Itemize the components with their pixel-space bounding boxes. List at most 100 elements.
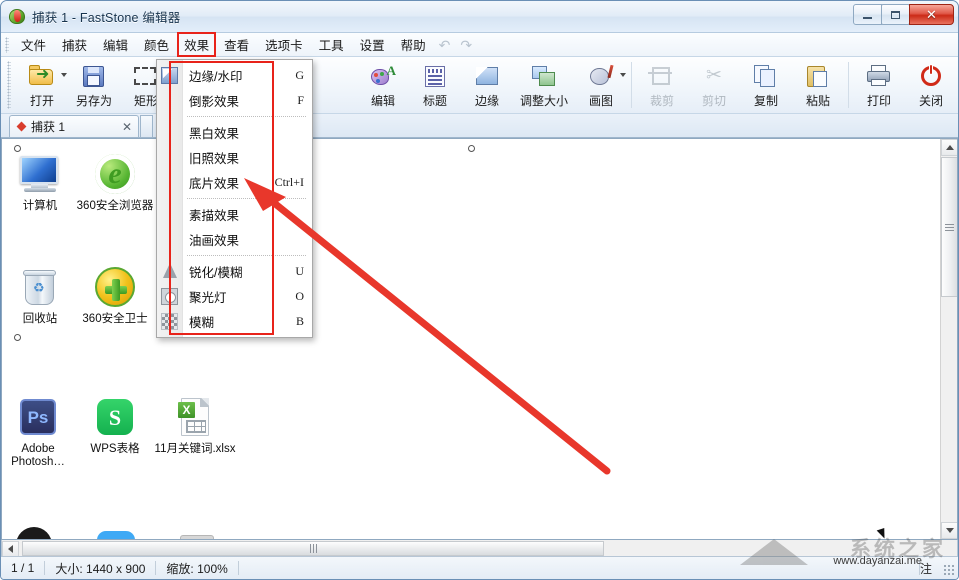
desktop-icon-computer[interactable]: 计算机 [2,151,83,213]
tab-scroll-button[interactable] [140,115,153,137]
vertical-scroll-thumb[interactable] [941,157,957,297]
toolbar-open-label: 打开 [29,94,54,108]
tab-close-icon[interactable]: ✕ [122,120,132,134]
toolbar-paste-button[interactable]: 粘贴 [792,57,844,112]
status-image-size: 大小: 1440 x 900 [55,561,146,576]
menu-item-oil-painting[interactable]: 油画效果 [157,227,312,252]
desktop-icon-360-browser[interactable]: e 360安全浏览器 [72,151,158,213]
maximize-button[interactable] [881,4,910,25]
menu-item-label: 旧照效果 [189,152,240,166]
menu-item-black-white[interactable]: 黑白效果 [157,120,312,145]
chevron-down-icon [945,528,954,533]
menu-edit[interactable]: 编辑 [95,31,136,58]
effects-dropdown-menu[interactable]: 边缘/水印 G 倒影效果 F 黑白效果 旧照效果 底片效果 Ctrl+I 素描效… [156,59,313,338]
menu-item-accel: Ctrl+I [274,175,304,189]
toolbar-open-button[interactable]: ➜ 打开 [16,57,68,112]
scroll-up-button[interactable] [941,139,957,156]
menu-tools[interactable]: 工具 [311,31,352,58]
360-browser-icon: e [72,151,158,197]
scroll-left-button[interactable] [2,540,19,557]
360-safeguard-icon [72,264,158,310]
menu-item-sketch[interactable]: 素描效果 [157,202,312,227]
toolbar-saveas-label: 另存为 [75,94,112,108]
menu-item-label: 边缘/水印 [189,70,243,84]
thumb-grip-icon [309,544,317,553]
toolbar-title-label: 标题 [422,94,447,108]
resize-grip-icon[interactable] [943,564,955,576]
menu-item-old-photo[interactable]: 旧照效果 [157,145,312,170]
close-button[interactable]: ✕ [909,4,954,25]
menu-item-sharpen-blur[interactable]: 锐化/模糊 U [157,259,312,284]
menu-tabs[interactable]: 选项卡 [257,31,311,58]
toolbar-cut-button[interactable]: ✂ 剪切 [688,57,740,112]
menu-effects[interactable]: 效果 [177,32,217,57]
horizontal-scroll-thumb[interactable] [22,541,604,556]
status-page: 1 / 1 [11,561,35,575]
menu-item-spotlight[interactable]: 聚光灯 O [157,284,312,309]
menu-separator-3 [187,255,306,256]
toolbar-close-button[interactable]: 关闭 [905,57,957,112]
canvas-vertical-scrollbar[interactable] [940,139,957,539]
resize-handle-mid-left[interactable] [14,334,21,341]
menu-item-label: 聚光灯 [189,291,227,305]
menu-help[interactable]: 帮助 [393,31,434,58]
scroll-down-button[interactable] [941,522,957,539]
menu-item-label: 黑白效果 [189,127,240,141]
toolbar-resize-button[interactable]: 调整大小 [513,57,575,112]
minimize-icon [863,17,872,19]
toolbar-edit-label: 编辑 [370,94,395,108]
wps-spreadsheet-icon: S [72,394,158,440]
desktop-icon-360-safeguard[interactable]: 360安全卫士 [72,264,158,326]
menu-color[interactable]: 颜色 [136,31,177,58]
edge-image-icon [473,63,501,89]
minimize-button[interactable] [853,4,882,25]
copy-icon [752,63,780,89]
toolbar-paste-label: 粘贴 [805,94,830,108]
tab-capture-1[interactable]: 捕获 1 ✕ [9,115,139,137]
menu-capture[interactable]: 捕获 [54,31,95,58]
desktop-icon-label: 11月关键词.xlsx [154,443,236,455]
toolbar-crop-button[interactable]: 裁剪 [636,57,688,112]
toolbar-edit-button[interactable]: A 编辑 [357,57,409,112]
menu-separator-2 [187,198,306,199]
menu-file[interactable]: 文件 [13,31,54,58]
toolbar-print-button[interactable]: 打印 [853,57,905,112]
power-close-icon [917,63,945,89]
printer-icon [865,63,893,89]
toolbar-grip-icon [7,61,11,109]
scissors-icon: ✂ [706,65,722,86]
menu-item-reflection[interactable]: 倒影效果 F [157,88,312,113]
toolbar-edge-button[interactable]: 边缘 [461,57,513,112]
chevron-down-icon-paint[interactable] [620,73,626,77]
toolbar-paint-label: 画图 [588,94,613,108]
computer-icon [2,151,83,197]
paste-icon [804,63,832,89]
menu-view[interactable]: 查看 [216,31,257,58]
resize-icon [530,63,558,89]
menu-item-blur[interactable]: 模糊 B [157,309,312,334]
toolbar-paint-button[interactable]: 画图 [575,57,627,112]
sharpen-icon [163,263,177,278]
desktop-icon-excel-file[interactable]: X 11月关键词.xlsx [152,394,238,456]
toolbar-copy-button[interactable]: 复制 [740,57,792,112]
resize-handle-top-center[interactable] [468,145,475,152]
tab-modified-icon [16,121,27,132]
chevron-down-icon[interactable] [61,73,67,77]
save-disk-icon [80,63,108,89]
menu-settings[interactable]: 设置 [352,31,393,58]
status-bar: 1 / 1 大小: 1440 x 900 缩放: 100% 注 [1,556,958,579]
desktop-icon-label: 360安全浏览器 [76,200,154,212]
redo-icon[interactable]: ↷ [455,38,477,52]
image-canvas[interactable]: 计算机 e 360安全浏览器 ♻ 回收站 360安全卫士 Ps Adobe Ph… [2,139,940,539]
toolbar-title-button[interactable]: 标题 [409,57,461,112]
edge-watermark-icon [161,67,178,84]
desktop-icon-recycle-bin[interactable]: ♻ 回收站 [2,264,83,326]
toolbar-saveas-button[interactable]: 另存为 [68,57,120,112]
menu-item-edge-watermark[interactable]: 边缘/水印 G [157,63,312,88]
menu-item-label: 油画效果 [189,234,240,248]
desktop-icon-wps[interactable]: S WPS表格 [72,394,158,456]
desktop-icon-photoshop[interactable]: Ps Adobe Photosh… [2,394,81,469]
menu-item-negative[interactable]: 底片效果 Ctrl+I [157,170,312,195]
undo-icon[interactable]: ↶ [434,38,456,52]
open-folder-icon: ➜ [28,63,56,89]
